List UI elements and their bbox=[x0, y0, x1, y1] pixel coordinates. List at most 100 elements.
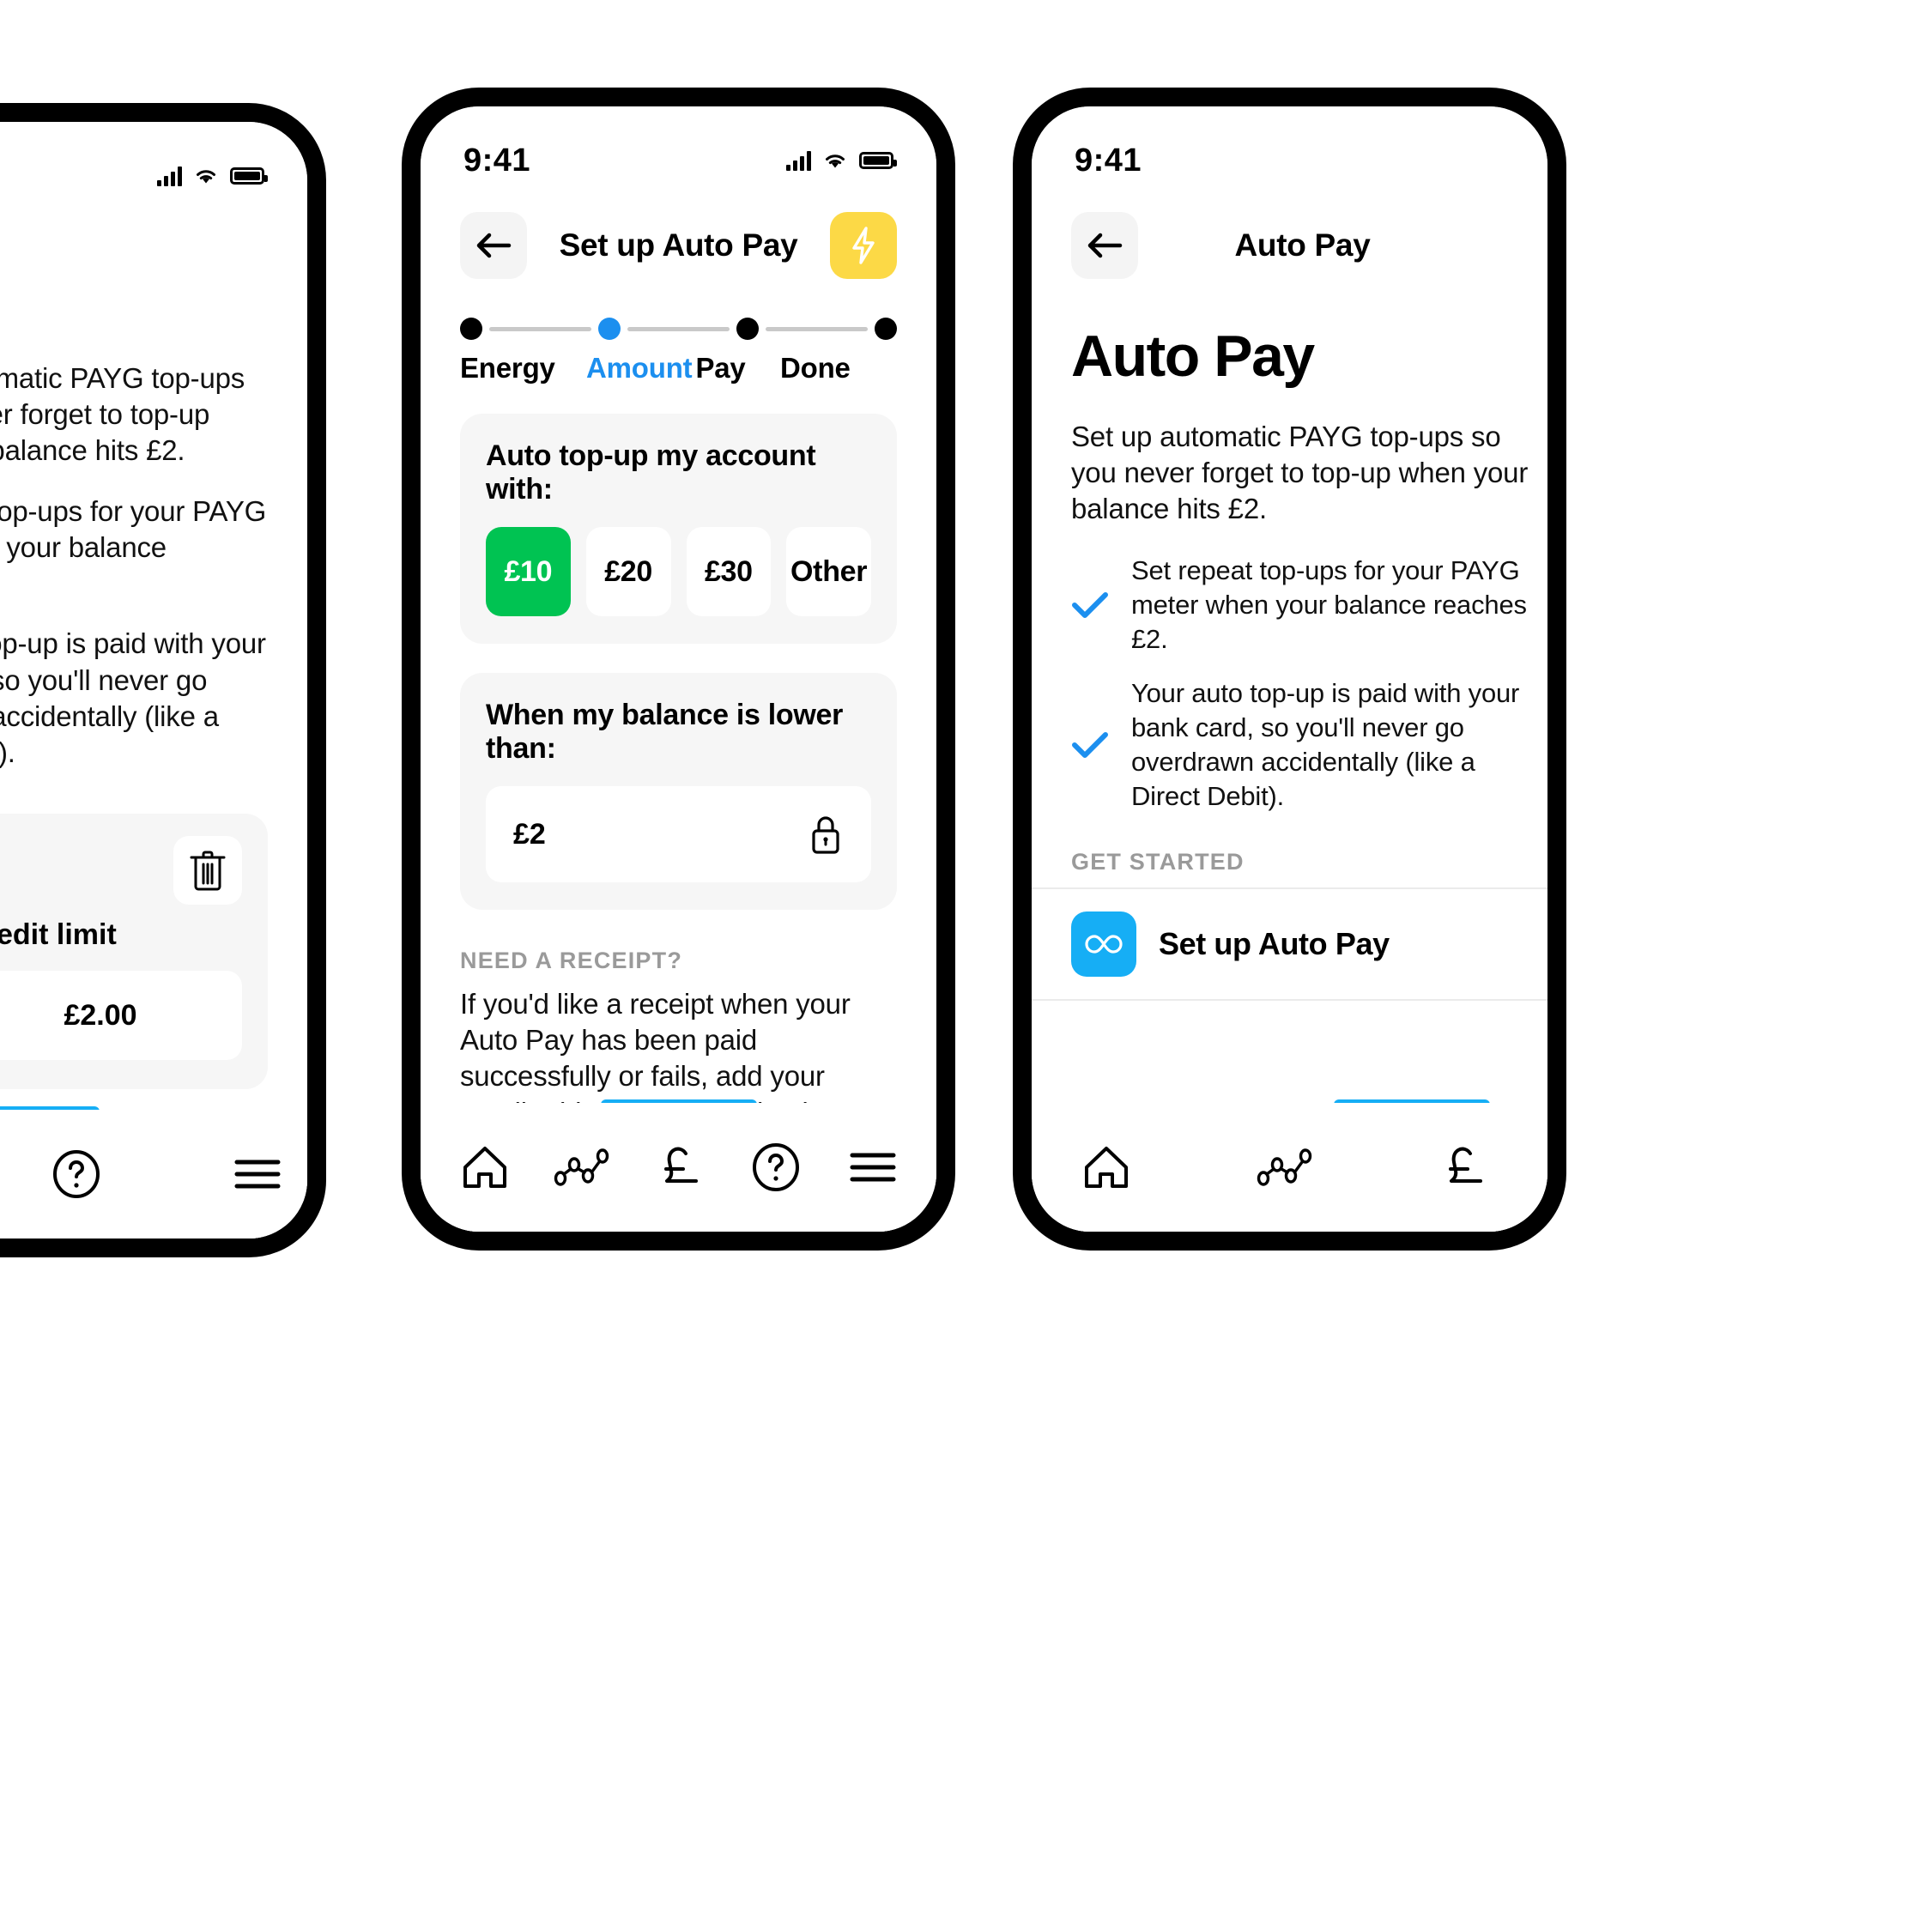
trash-icon bbox=[188, 849, 227, 892]
amount-card: Auto top-up my account with: £10 £20 £30… bbox=[460, 414, 897, 644]
status-icons bbox=[786, 150, 897, 171]
middle-navbar: Set up Auto Pay bbox=[421, 189, 936, 283]
credit-limit-label: Credit limit bbox=[0, 918, 117, 952]
left-paragraph-1: Set up automatic PAYG top-ups so you nev… bbox=[0, 362, 245, 467]
tab-help[interactable] bbox=[737, 1129, 815, 1206]
get-started-label: GET STARTED bbox=[1071, 848, 1245, 875]
amount-options: £10 £20 £30 Other bbox=[486, 527, 871, 616]
amount-card-title: Auto top-up my account with: bbox=[486, 439, 816, 506]
amount-option-other[interactable]: Other bbox=[786, 527, 871, 616]
battery-icon bbox=[230, 167, 268, 185]
tab-menu[interactable] bbox=[834, 1129, 911, 1206]
pound-icon bbox=[1439, 1142, 1487, 1193]
middle-nav-title: Set up Auto Pay bbox=[559, 227, 798, 263]
phone-right-screen: 9:41 Auto Pay Auto Pay Set up automatic … bbox=[1032, 106, 1547, 1232]
left-tabbar bbox=[0, 1110, 307, 1239]
tab-menu[interactable] bbox=[224, 1136, 292, 1213]
list-item-label: Set up Auto Pay bbox=[1159, 925, 1390, 961]
status-bar: 9:41 bbox=[421, 106, 936, 189]
wifi-icon bbox=[823, 151, 847, 170]
middle-tabbar bbox=[421, 1103, 936, 1232]
signal-icon bbox=[157, 166, 182, 186]
tab-home[interactable] bbox=[1068, 1129, 1145, 1206]
tab-usage[interactable] bbox=[543, 1129, 621, 1206]
status-time: 9:41 bbox=[1075, 142, 1142, 179]
threshold-card: When my balance is lower than: £2 bbox=[460, 673, 897, 910]
step-label-pay[interactable]: Pay bbox=[692, 352, 777, 385]
receipt-eyebrow: NEED A RECEIPT? bbox=[460, 948, 683, 973]
amount-option-30[interactable]: £30 bbox=[686, 527, 772, 616]
step-label-done[interactable]: Done bbox=[777, 352, 897, 385]
left-navbar: Auto Pay bbox=[0, 204, 307, 299]
benefit-item: Set repeat top-ups for your PAYG meter w… bbox=[1071, 554, 1546, 657]
status-time: 9:41 bbox=[463, 142, 531, 179]
step-line-2 bbox=[627, 326, 730, 331]
home-icon bbox=[1081, 1143, 1131, 1191]
credit-limit-value[interactable]: £2.00 bbox=[0, 971, 242, 1061]
amount-option-10[interactable]: £10 bbox=[486, 527, 571, 616]
left-bullet-1: Set repeat top-ups for your PAYG meter w… bbox=[0, 494, 267, 563]
menu-icon bbox=[233, 1156, 282, 1192]
trash-icon-button[interactable] bbox=[173, 836, 242, 905]
infinity-icon bbox=[1083, 933, 1124, 955]
infinity-icon-tile bbox=[1071, 911, 1136, 977]
help-icon bbox=[51, 1149, 101, 1199]
credit-limit-row: £2.00 bbox=[0, 971, 242, 1061]
status-bar bbox=[0, 122, 307, 204]
list-item-setup-auto-pay[interactable]: Set up Auto Pay bbox=[1032, 887, 1547, 1001]
lightning-bolt-button[interactable] bbox=[829, 212, 897, 279]
battery-icon bbox=[859, 152, 897, 169]
usage-graph-icon bbox=[554, 1148, 610, 1187]
tab-usage[interactable] bbox=[1246, 1129, 1323, 1206]
tab-help[interactable] bbox=[42, 1136, 110, 1213]
back-arrow-icon bbox=[475, 230, 512, 261]
tab-home[interactable] bbox=[446, 1129, 524, 1206]
step-dot-amount[interactable] bbox=[598, 318, 621, 340]
phone-left: Auto Pay Set up automatic PAYG top-ups s… bbox=[0, 103, 326, 1257]
check-icon bbox=[1071, 730, 1109, 760]
help-icon bbox=[751, 1142, 801, 1192]
back-button[interactable] bbox=[460, 212, 527, 279]
home-icon bbox=[460, 1143, 510, 1191]
screenshot-stage: Auto Pay Set up automatic PAYG top-ups s… bbox=[0, 0, 1932, 1932]
lock-icon bbox=[808, 812, 844, 857]
page-title: Auto Pay bbox=[1071, 324, 1315, 389]
step-label-energy[interactable]: Energy bbox=[460, 352, 580, 385]
step-dot-energy[interactable] bbox=[460, 318, 482, 340]
threshold-card-title: When my balance is lower than: bbox=[486, 699, 844, 765]
benefit-text: Set repeat top-ups for your PAYG meter w… bbox=[1131, 554, 1527, 655]
status-icons bbox=[157, 166, 268, 186]
right-nav-title: Auto Pay bbox=[1234, 227, 1371, 263]
phone-middle-screen: 9:41 Set up Auto Pay Energy Amount Pay D… bbox=[421, 106, 936, 1232]
threshold-value-field[interactable]: £2 bbox=[486, 786, 871, 882]
stepper-labels: Energy Amount Pay Done bbox=[460, 352, 897, 385]
threshold-value: £2 bbox=[513, 817, 546, 851]
amount-option-20[interactable]: £20 bbox=[585, 527, 671, 616]
status-bar: 9:41 bbox=[1032, 106, 1547, 189]
progress-stepper: Energy Amount Pay Done bbox=[421, 283, 936, 385]
back-button[interactable] bbox=[1071, 212, 1138, 279]
benefit-item: Your auto top-up is paid with your bank … bbox=[1071, 676, 1546, 815]
step-dot-pay[interactable] bbox=[736, 318, 759, 340]
credit-limit-card: Credit limit £2.00 bbox=[0, 814, 268, 1090]
signal-icon bbox=[786, 150, 811, 171]
step-line-3 bbox=[766, 326, 868, 331]
right-navbar: Auto Pay bbox=[1032, 189, 1547, 283]
check-icon bbox=[1071, 591, 1109, 620]
right-intro: Set up automatic PAYG top-ups so you nev… bbox=[1071, 421, 1529, 525]
left-bullet-2: Your auto top-up is paid with your bank … bbox=[0, 627, 266, 769]
wifi-icon bbox=[194, 167, 218, 185]
tab-pay[interactable] bbox=[1425, 1129, 1502, 1206]
right-tabbar bbox=[1032, 1103, 1547, 1232]
phone-right: 9:41 Auto Pay Auto Pay Set up automatic … bbox=[1013, 88, 1566, 1251]
step-label-amount[interactable]: Amount bbox=[580, 352, 693, 385]
tab-pay[interactable] bbox=[640, 1129, 718, 1206]
benefit-list: Set repeat top-ups for your PAYG meter w… bbox=[1032, 528, 1547, 815]
phone-left-screen: Auto Pay Set up automatic PAYG top-ups s… bbox=[0, 122, 307, 1239]
stepper-track bbox=[460, 318, 897, 340]
benefit-text: Your auto top-up is paid with your bank … bbox=[1131, 677, 1520, 812]
step-line-1 bbox=[489, 326, 591, 331]
menu-icon bbox=[849, 1149, 897, 1185]
step-dot-done[interactable] bbox=[875, 318, 897, 340]
lightning-bolt-icon bbox=[849, 226, 878, 265]
